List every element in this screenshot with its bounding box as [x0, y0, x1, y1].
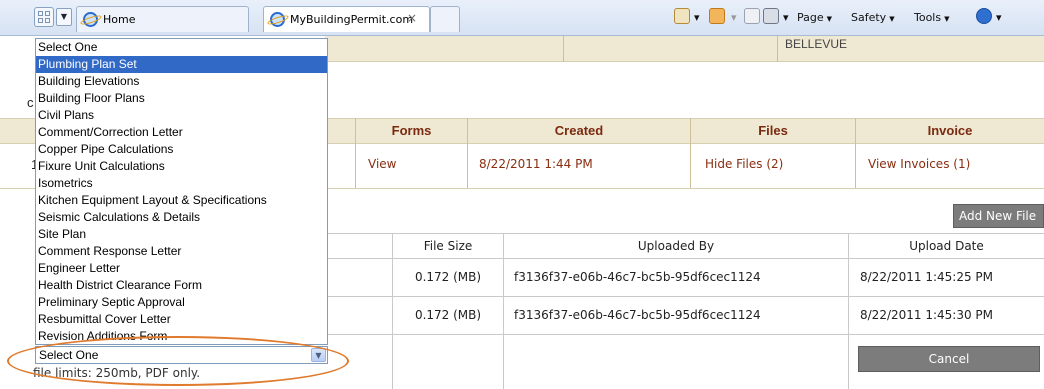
close-tab-icon[interactable]: ×	[407, 11, 417, 25]
column-divider	[503, 233, 504, 389]
tools-menu[interactable]: Tools ▼	[914, 11, 950, 24]
view-form-link[interactable]: View	[368, 157, 396, 171]
print-dropdown-caret[interactable]: ▾	[783, 11, 789, 24]
ie-logo-icon	[270, 12, 285, 27]
column-divider	[848, 233, 849, 389]
help-icon[interactable]	[976, 8, 992, 24]
chevron-down-icon: ▼	[889, 15, 895, 23]
view-invoices-link[interactable]: View Invoices (1)	[868, 157, 970, 171]
dropdown-option[interactable]: Site Plan	[36, 226, 327, 243]
created-header: Created	[554, 123, 604, 138]
dropdown-option[interactable]: Copper Pipe Calculations	[36, 141, 327, 158]
upload-date: 8/22/2011 1:45:25 PM	[860, 270, 994, 284]
file-size: 0.172 (MB)	[414, 270, 482, 284]
dropdown-option[interactable]: Comment/Correction Letter	[36, 124, 327, 141]
help-dropdown-caret[interactable]: ▾	[996, 11, 1002, 24]
dropdown-option[interactable]: Isometrics	[36, 175, 327, 192]
dropdown-option[interactable]: Select One	[36, 39, 327, 56]
dropdown-option[interactable]: Health District Clearance Form	[36, 277, 327, 294]
uploaded-by: f3136f37-e06b-46c7-bc5b-95df6cec1124	[514, 308, 761, 322]
forms-header: Forms	[391, 123, 432, 138]
annotation-oval	[7, 336, 349, 386]
hide-files-link[interactable]: Hide Files (2)	[705, 157, 783, 171]
row-divider	[325, 258, 1044, 259]
row-divider	[325, 233, 1044, 234]
dropdown-option[interactable]: Seismic Calculations & Details	[36, 209, 327, 226]
add-new-file-button[interactable]: Add New File	[953, 204, 1044, 228]
tab-list-dropdown[interactable]: ▼	[56, 8, 72, 26]
home-icon[interactable]	[674, 8, 690, 24]
dropdown-option[interactable]: Building Elevations	[36, 73, 327, 90]
column-divider	[563, 36, 564, 62]
dropdown-option[interactable]: Engineer Letter	[36, 260, 327, 277]
ie-logo-icon	[83, 12, 98, 27]
browser-toolbar: ▼ Home MyBuildingPermit.com × ▾ ▾ ▾ Page…	[0, 0, 1044, 36]
chevron-down-icon: ▼	[826, 15, 833, 23]
uploaded-by-header: Uploaded By	[637, 239, 715, 253]
uploaded-by: f3136f37-e06b-46c7-bc5b-95df6cec1124	[514, 270, 761, 284]
column-divider	[777, 36, 778, 62]
chevron-down-icon: ▼	[944, 15, 950, 23]
dropdown-option[interactable]: Plumbing Plan Set	[36, 56, 327, 73]
dropdown-option[interactable]: Fixure Unit Calculations	[36, 158, 327, 175]
row-divider	[325, 296, 1044, 297]
rss-feed-icon[interactable]	[709, 8, 725, 24]
page-menu[interactable]: Page ▼	[797, 11, 832, 24]
mail-icon[interactable]	[744, 8, 760, 24]
dropdown-option[interactable]: Preliminary Septic Approval	[36, 294, 327, 311]
files-header: Files	[758, 123, 788, 138]
dropdown-option[interactable]: Civil Plans	[36, 107, 327, 124]
tab-label: MyBuildingPermit.com	[290, 13, 414, 26]
safety-menu[interactable]: Safety ▼	[851, 11, 895, 24]
created-date: 8/22/2011 1:44 PM	[479, 157, 593, 171]
clipped-text: c	[27, 95, 34, 110]
upload-date: 8/22/2011 1:45:30 PM	[860, 308, 994, 322]
file-size-header: File Size	[423, 239, 473, 253]
print-icon[interactable]	[763, 8, 779, 24]
rss-dropdown-caret[interactable]: ▾	[731, 11, 737, 24]
quick-tabs-icon[interactable]	[34, 7, 54, 27]
tab-label: Home	[103, 13, 136, 26]
dropdown-option[interactable]: Comment Response Letter	[36, 243, 327, 260]
document-type-listbox[interactable]: Select One Plumbing Plan Set Building Elev…	[35, 38, 328, 345]
upload-date-header: Upload Date	[909, 239, 984, 253]
invoice-header: Invoice	[927, 123, 973, 138]
city-label: BELLEVUE	[785, 37, 848, 51]
tab-mybuildingpermit[interactable]: MyBuildingPermit.com ×	[263, 6, 430, 32]
cancel-button[interactable]: Cancel	[858, 346, 1040, 372]
dropdown-option[interactable]: Resbumittal Cover Letter	[36, 311, 327, 328]
file-size: 0.172 (MB)	[414, 308, 482, 322]
dropdown-option[interactable]: Kitchen Equipment Layout & Specification…	[36, 192, 327, 209]
home-dropdown-caret[interactable]: ▾	[694, 11, 700, 24]
tab-home[interactable]: Home	[76, 6, 249, 32]
new-tab-button[interactable]	[430, 6, 460, 32]
row-divider	[325, 334, 1044, 335]
dropdown-option[interactable]: Building Floor Plans	[36, 90, 327, 107]
permit-header-row: BELLEVUE	[325, 36, 1044, 62]
